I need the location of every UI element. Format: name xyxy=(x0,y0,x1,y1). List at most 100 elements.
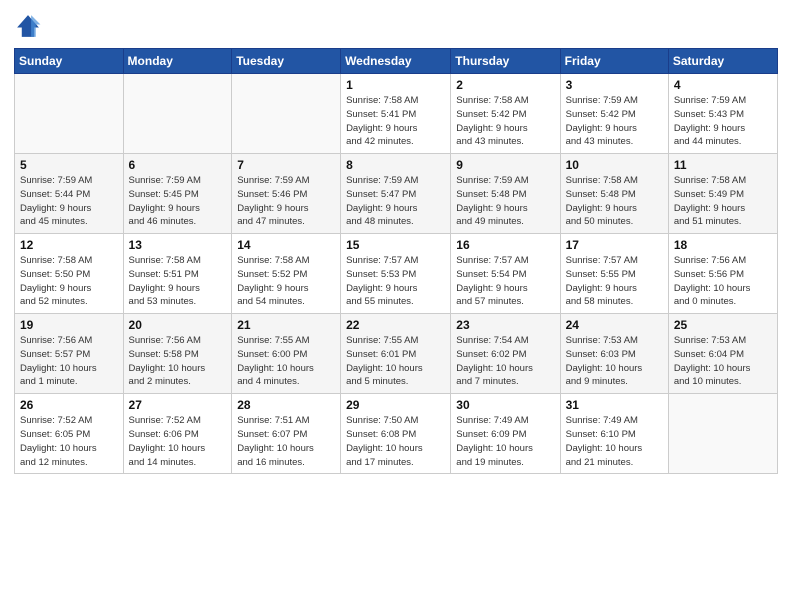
day-number: 13 xyxy=(129,238,227,252)
day-number: 28 xyxy=(237,398,335,412)
day-detail: Sunrise: 7:52 AM Sunset: 6:05 PM Dayligh… xyxy=(20,414,118,469)
calendar-cell: 18Sunrise: 7:56 AM Sunset: 5:56 PM Dayli… xyxy=(668,234,777,314)
day-detail: Sunrise: 7:56 AM Sunset: 5:57 PM Dayligh… xyxy=(20,334,118,389)
day-number: 17 xyxy=(566,238,663,252)
day-number: 16 xyxy=(456,238,554,252)
day-detail: Sunrise: 7:59 AM Sunset: 5:42 PM Dayligh… xyxy=(566,94,663,149)
day-detail: Sunrise: 7:52 AM Sunset: 6:06 PM Dayligh… xyxy=(129,414,227,469)
col-header-friday: Friday xyxy=(560,49,668,74)
calendar-cell: 5 Sunrise: 7:59 AM Sunset: 5:44 PM Daylig… xyxy=(15,154,124,234)
day-number: 12 xyxy=(20,238,118,252)
day-number: 25 xyxy=(674,318,772,332)
calendar-cell: 8 Sunrise: 7:59 AM Sunset: 5:47 PM Daylig… xyxy=(341,154,451,234)
calendar-cell: 29 Sunrise: 7:50 AM Sunset: 6:08 PM Dayli… xyxy=(341,394,451,474)
day-number: 4 xyxy=(674,78,772,92)
calendar-cell xyxy=(232,74,341,154)
calendar-cell: 19 Sunrise: 7:56 AM Sunset: 5:57 PM Dayli… xyxy=(15,314,124,394)
day-detail: Sunrise: 7:51 AM Sunset: 6:07 PM Dayligh… xyxy=(237,414,335,469)
header xyxy=(14,12,778,40)
day-detail: Sunrise: 7:58 AM Sunset: 5:49 PM Dayligh… xyxy=(674,174,772,229)
day-number: 22 xyxy=(346,318,445,332)
col-header-monday: Monday xyxy=(123,49,232,74)
calendar-cell: 2 Sunrise: 7:58 AM Sunset: 5:42 PM Daylig… xyxy=(451,74,560,154)
calendar-cell: 23Sunrise: 7:54 AM Sunset: 6:02 PM Dayli… xyxy=(451,314,560,394)
day-number: 9 xyxy=(456,158,554,172)
calendar-week-1: 1 Sunrise: 7:58 AM Sunset: 5:41 PM Daylig… xyxy=(15,74,778,154)
calendar-cell: 15Sunrise: 7:57 AM Sunset: 5:53 PM Dayli… xyxy=(341,234,451,314)
calendar-cell: 24 Sunrise: 7:53 AM Sunset: 6:03 PM Dayli… xyxy=(560,314,668,394)
day-number: 5 xyxy=(20,158,118,172)
day-number: 18 xyxy=(674,238,772,252)
calendar-cell: 25 Sunrise: 7:53 AM Sunset: 6:04 PM Dayli… xyxy=(668,314,777,394)
calendar-cell xyxy=(668,394,777,474)
calendar-cell: 6 Sunrise: 7:59 AM Sunset: 5:45 PM Daylig… xyxy=(123,154,232,234)
calendar-cell: 9 Sunrise: 7:59 AM Sunset: 5:48 PM Daylig… xyxy=(451,154,560,234)
logo xyxy=(14,12,46,40)
calendar-cell: 26Sunrise: 7:52 AM Sunset: 6:05 PM Dayli… xyxy=(15,394,124,474)
day-detail: Sunrise: 7:50 AM Sunset: 6:08 PM Dayligh… xyxy=(346,414,445,469)
day-detail: Sunrise: 7:58 AM Sunset: 5:42 PM Dayligh… xyxy=(456,94,554,149)
calendar-cell: 31 Sunrise: 7:49 AM Sunset: 6:10 PM Dayli… xyxy=(560,394,668,474)
day-detail: Sunrise: 7:53 AM Sunset: 6:04 PM Dayligh… xyxy=(674,334,772,389)
calendar-cell: 3Sunrise: 7:59 AM Sunset: 5:42 PM Daylig… xyxy=(560,74,668,154)
calendar-cell: 14Sunrise: 7:58 AM Sunset: 5:52 PM Dayli… xyxy=(232,234,341,314)
calendar-cell: 10 Sunrise: 7:58 AM Sunset: 5:48 PM Dayli… xyxy=(560,154,668,234)
day-detail: Sunrise: 7:57 AM Sunset: 5:53 PM Dayligh… xyxy=(346,254,445,309)
day-detail: Sunrise: 7:57 AM Sunset: 5:55 PM Dayligh… xyxy=(566,254,663,309)
day-number: 10 xyxy=(566,158,663,172)
calendar-week-2: 5 Sunrise: 7:59 AM Sunset: 5:44 PM Daylig… xyxy=(15,154,778,234)
day-number: 1 xyxy=(346,78,445,92)
day-detail: Sunrise: 7:59 AM Sunset: 5:46 PM Dayligh… xyxy=(237,174,335,229)
calendar-cell: 4 Sunrise: 7:59 AM Sunset: 5:43 PM Daylig… xyxy=(668,74,777,154)
calendar-cell: 21 Sunrise: 7:55 AM Sunset: 6:00 PM Dayli… xyxy=(232,314,341,394)
calendar-page: SundayMondayTuesdayWednesdayThursdayFrid… xyxy=(0,0,792,612)
calendar-cell: 11 Sunrise: 7:58 AM Sunset: 5:49 PM Dayli… xyxy=(668,154,777,234)
calendar-cell: 12 Sunrise: 7:58 AM Sunset: 5:50 PM Dayli… xyxy=(15,234,124,314)
day-detail: Sunrise: 7:59 AM Sunset: 5:43 PM Dayligh… xyxy=(674,94,772,149)
calendar-week-3: 12 Sunrise: 7:58 AM Sunset: 5:50 PM Dayli… xyxy=(15,234,778,314)
day-number: 2 xyxy=(456,78,554,92)
calendar-cell: 28 Sunrise: 7:51 AM Sunset: 6:07 PM Dayli… xyxy=(232,394,341,474)
calendar-cell: 30Sunrise: 7:49 AM Sunset: 6:09 PM Dayli… xyxy=(451,394,560,474)
day-number: 11 xyxy=(674,158,772,172)
day-detail: Sunrise: 7:59 AM Sunset: 5:48 PM Dayligh… xyxy=(456,174,554,229)
day-number: 7 xyxy=(237,158,335,172)
calendar-cell: 16 Sunrise: 7:57 AM Sunset: 5:54 PM Dayli… xyxy=(451,234,560,314)
calendar-cell: 17 Sunrise: 7:57 AM Sunset: 5:55 PM Dayli… xyxy=(560,234,668,314)
col-header-sunday: Sunday xyxy=(15,49,124,74)
day-detail: Sunrise: 7:58 AM Sunset: 5:41 PM Dayligh… xyxy=(346,94,445,149)
day-detail: Sunrise: 7:55 AM Sunset: 6:00 PM Dayligh… xyxy=(237,334,335,389)
calendar-cell: 13 Sunrise: 7:58 AM Sunset: 5:51 PM Dayli… xyxy=(123,234,232,314)
day-number: 29 xyxy=(346,398,445,412)
calendar-table: SundayMondayTuesdayWednesdayThursdayFrid… xyxy=(14,48,778,474)
calendar-week-4: 19 Sunrise: 7:56 AM Sunset: 5:57 PM Dayli… xyxy=(15,314,778,394)
day-detail: Sunrise: 7:49 AM Sunset: 6:10 PM Dayligh… xyxy=(566,414,663,469)
calendar-cell: 7 Sunrise: 7:59 AM Sunset: 5:46 PM Daylig… xyxy=(232,154,341,234)
day-number: 19 xyxy=(20,318,118,332)
col-header-thursday: Thursday xyxy=(451,49,560,74)
day-number: 31 xyxy=(566,398,663,412)
day-detail: Sunrise: 7:56 AM Sunset: 5:58 PM Dayligh… xyxy=(129,334,227,389)
day-detail: Sunrise: 7:59 AM Sunset: 5:45 PM Dayligh… xyxy=(129,174,227,229)
day-detail: Sunrise: 7:57 AM Sunset: 5:54 PM Dayligh… xyxy=(456,254,554,309)
day-detail: Sunrise: 7:58 AM Sunset: 5:51 PM Dayligh… xyxy=(129,254,227,309)
col-header-tuesday: Tuesday xyxy=(232,49,341,74)
day-number: 24 xyxy=(566,318,663,332)
day-number: 21 xyxy=(237,318,335,332)
day-detail: Sunrise: 7:58 AM Sunset: 5:50 PM Dayligh… xyxy=(20,254,118,309)
day-detail: Sunrise: 7:53 AM Sunset: 6:03 PM Dayligh… xyxy=(566,334,663,389)
day-number: 23 xyxy=(456,318,554,332)
calendar-cell xyxy=(15,74,124,154)
day-number: 6 xyxy=(129,158,227,172)
day-detail: Sunrise: 7:59 AM Sunset: 5:44 PM Dayligh… xyxy=(20,174,118,229)
day-number: 20 xyxy=(129,318,227,332)
day-detail: Sunrise: 7:59 AM Sunset: 5:47 PM Dayligh… xyxy=(346,174,445,229)
day-number: 8 xyxy=(346,158,445,172)
day-detail: Sunrise: 7:55 AM Sunset: 6:01 PM Dayligh… xyxy=(346,334,445,389)
calendar-cell: 1 Sunrise: 7:58 AM Sunset: 5:41 PM Daylig… xyxy=(341,74,451,154)
col-header-saturday: Saturday xyxy=(668,49,777,74)
col-header-wednesday: Wednesday xyxy=(341,49,451,74)
day-number: 27 xyxy=(129,398,227,412)
day-detail: Sunrise: 7:58 AM Sunset: 5:48 PM Dayligh… xyxy=(566,174,663,229)
calendar-cell: 27 Sunrise: 7:52 AM Sunset: 6:06 PM Dayli… xyxy=(123,394,232,474)
